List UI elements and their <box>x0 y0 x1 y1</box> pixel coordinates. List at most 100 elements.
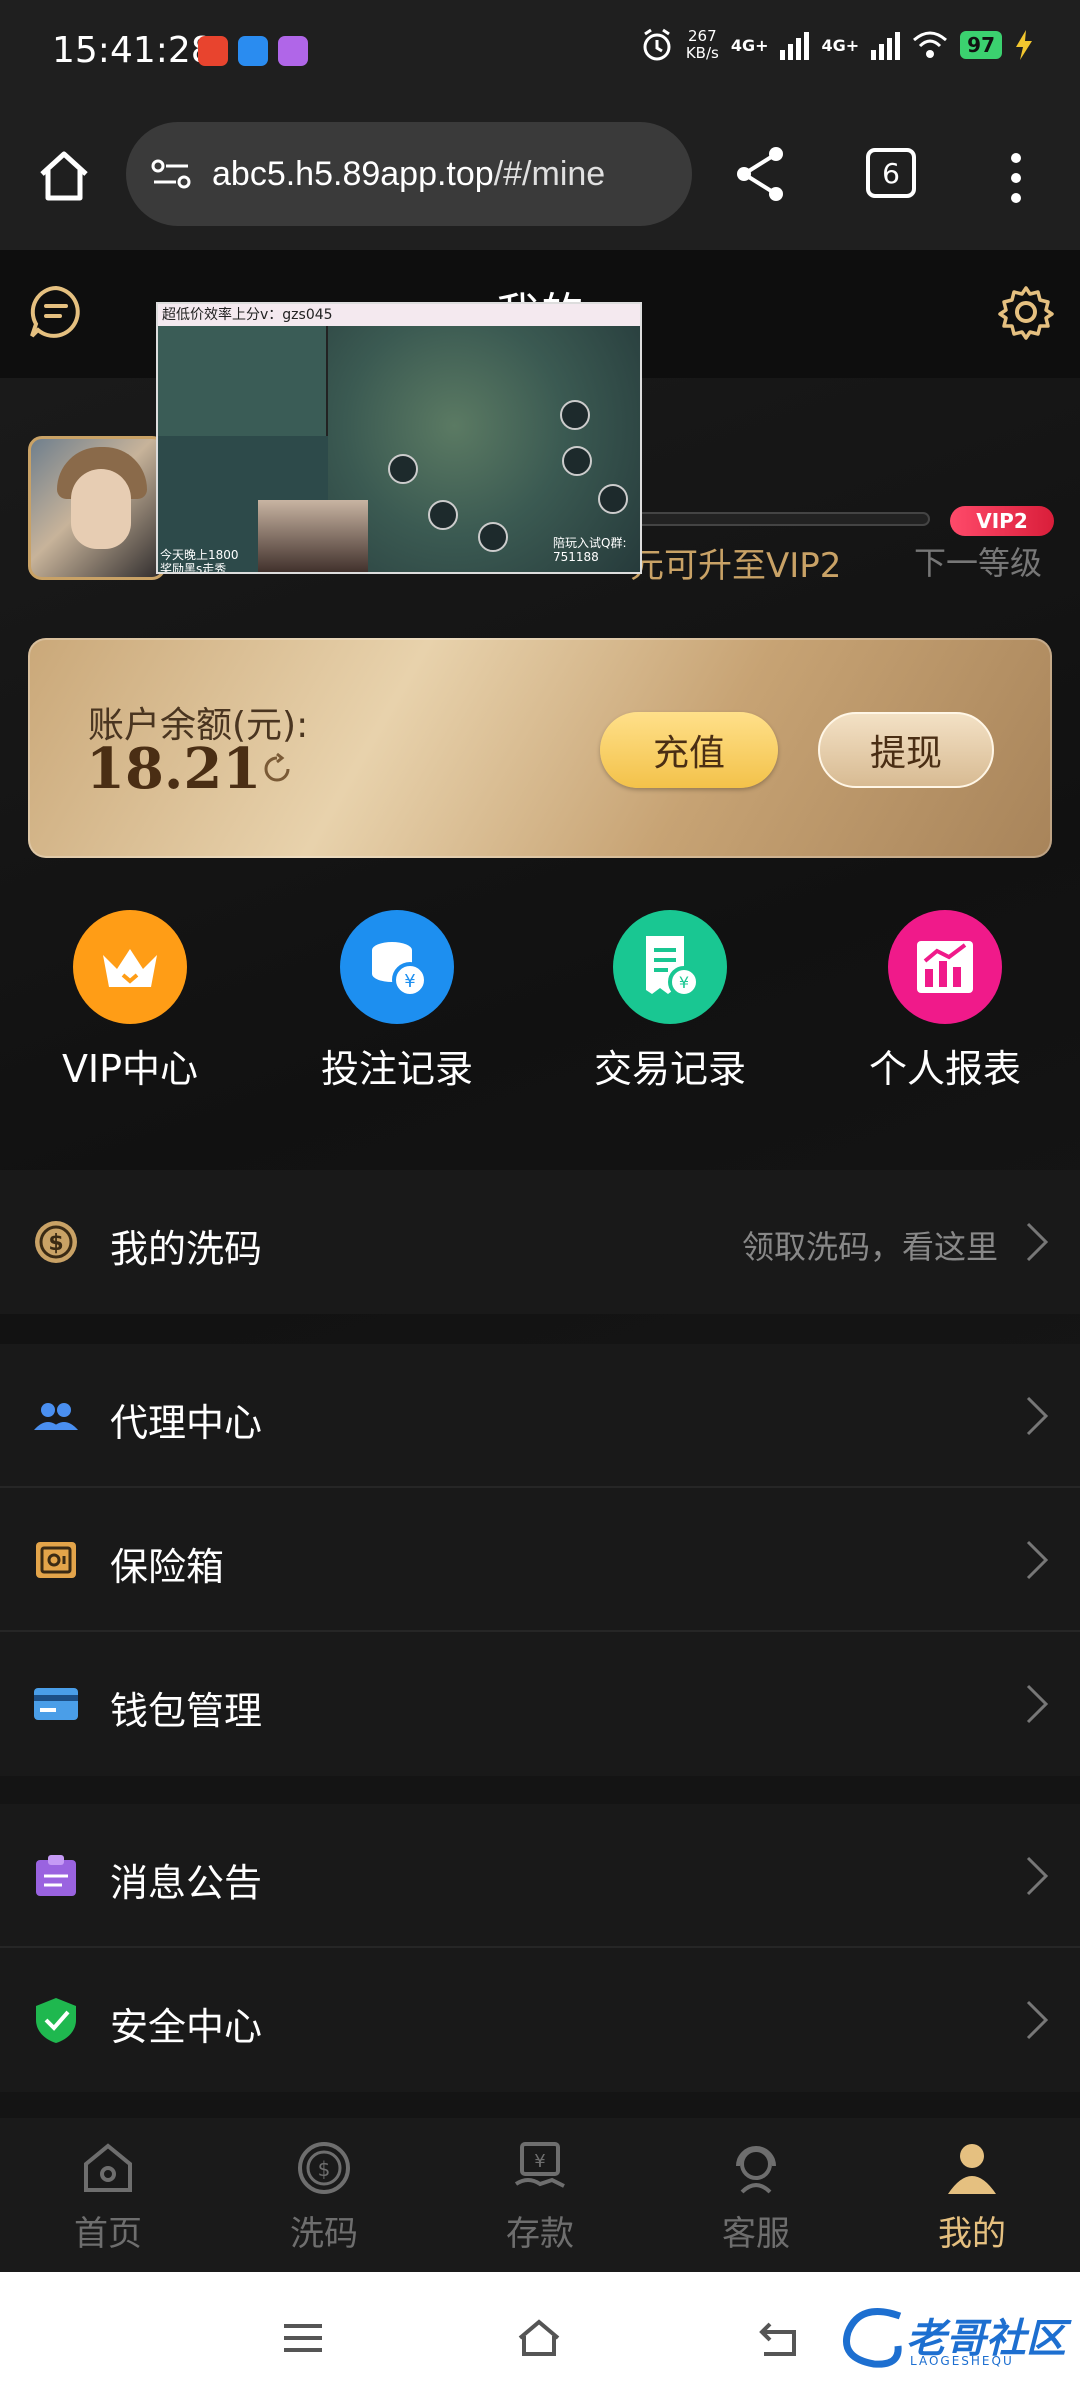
share-icon[interactable] <box>732 144 788 204</box>
menu-item-label: 代理中心 <box>110 1401 263 1445</box>
quick-action-label: 个人报表 <box>868 1047 1021 1091</box>
sim1-label: 4G+ <box>730 35 769 55</box>
recent-apps-icon[interactable] <box>280 2318 326 2358</box>
status-right: 267 KB/s 4G+ 4G+ 97 <box>640 28 1034 62</box>
nav-support[interactable]: 客服 <box>686 2140 826 2255</box>
nav-home[interactable]: 首页 <box>38 2140 178 2255</box>
quick-action-label: 交易记录 <box>593 1047 746 1091</box>
home-icon[interactable] <box>516 2318 562 2358</box>
alarm-icon <box>643 28 671 61</box>
skill-icon <box>428 500 458 530</box>
coin-icon: $ <box>298 2142 350 2194</box>
svg-text:¥: ¥ <box>404 971 415 992</box>
address-bar[interactable]: abc5.h5.89app.top/#/mine <box>126 122 692 226</box>
quick-action-bet-records[interactable]: ¥ 投注记录 <box>297 910 497 1093</box>
svg-text:¥: ¥ <box>679 973 689 992</box>
quick-actions: VIP中心 ¥ 投注记录 ¥ 交易记录 个人报表 <box>0 910 1080 1093</box>
app-notification-icon <box>198 36 228 66</box>
home-icon <box>84 2143 132 2192</box>
skill-icon <box>598 484 628 514</box>
skill-icon <box>562 446 592 476</box>
dollar-coin-icon: $ <box>35 1221 77 1263</box>
page-content: 我的 VIP2 元可升至VIP2 下一等级 超低价效率上分v：gzs045 今天… <box>0 250 1080 2120</box>
menu-item-wallet-management[interactable]: 钱包管理 <box>0 1632 1080 1776</box>
notification-icons <box>198 36 308 66</box>
balance-card: 账户余额(元): 18.21 充值 提现 <box>28 638 1052 858</box>
svg-text:$: $ <box>318 2157 331 2181</box>
menu-section-account: 代理中心 保险箱 钱包管理 <box>0 1344 1080 1776</box>
chevron-right-icon <box>1026 1540 1049 1580</box>
floating-video[interactable]: 超低价效率上分v：gzs045 今天晚上1800 奖励黑s走秀 陪玩入试Q群: 75… <box>156 302 642 574</box>
menu-item-agent-center[interactable]: 代理中心 <box>0 1344 1080 1488</box>
nav-deposit[interactable]: ¥ 存款 <box>470 2140 610 2255</box>
quick-action-personal-report[interactable]: 个人报表 <box>845 910 1045 1093</box>
menu-item-my-rebate[interactable]: $ 我的洗码 领取洗码，看这里 <box>0 1170 1080 1314</box>
upgrade-text: 元可升至VIP2 <box>630 546 842 586</box>
nav-label: 存款 <box>506 2214 574 2254</box>
safe-icon <box>36 1542 76 1578</box>
net-speed: 267 KB/s <box>685 27 719 62</box>
receipt-icon: ¥ <box>613 910 727 1024</box>
nav-label: 洗码 <box>290 2214 358 2254</box>
skill-icon <box>478 522 508 552</box>
bottom-navigation: 首页 $ 洗码 ¥ 存款 客服 我的 <box>0 2118 1080 2272</box>
menu-item-label: 我的洗码 <box>110 1227 263 1271</box>
video-qq-text: 陪玩入试Q群: 751188 <box>553 536 627 564</box>
home-icon[interactable] <box>34 146 94 206</box>
more-menu-icon[interactable] <box>1004 148 1028 208</box>
watermark-logo: 老哥社区 LAOGESHEQU <box>840 2302 1066 2374</box>
menu-item-announcements[interactable]: 消息公告 <box>0 1804 1080 1948</box>
crown-icon <box>73 910 187 1024</box>
quick-action-label: 投注记录 <box>320 1047 473 1091</box>
battery-level: 97 <box>960 31 1002 59</box>
user-icon <box>948 2144 996 2194</box>
chevron-right-icon <box>1026 1856 1049 1896</box>
nav-rebate[interactable]: $ 洗码 <box>254 2140 394 2255</box>
sim2-label: 4G+ <box>821 35 860 55</box>
menu-item-label: 消息公告 <box>110 1861 263 1905</box>
card-icon <box>34 1688 78 1720</box>
withdraw-button[interactable]: 提现 <box>818 712 994 788</box>
tabs-button[interactable]: 6 <box>866 148 916 198</box>
system-navigation-bar: 老哥社区 LAOGESHEQU <box>0 2272 1080 2400</box>
menu-item-label: 保险箱 <box>110 1545 225 1589</box>
menu-item-label: 钱包管理 <box>110 1689 263 1733</box>
gear-icon[interactable] <box>998 284 1054 340</box>
app-notification-icon <box>278 36 308 66</box>
back-icon[interactable] <box>756 2318 802 2358</box>
vip-badge-label: VIP2 <box>976 509 1028 533</box>
svg-text:¥: ¥ <box>534 2151 545 2172</box>
menu-item-safe-box[interactable]: 保险箱 <box>0 1488 1080 1632</box>
app-notification-icon <box>238 36 268 66</box>
status-time: 15:41:28 <box>52 30 214 71</box>
quick-action-vip-center[interactable]: VIP中心 <box>30 910 230 1093</box>
support-icon <box>736 2146 776 2194</box>
browser-toolbar: abc5.h5.89app.top/#/mine 6 <box>0 110 1080 250</box>
coins-icon: ¥ <box>340 910 454 1024</box>
menu-item-hint: 领取洗码，看这里 <box>741 1228 998 1266</box>
site-settings-icon[interactable] <box>148 154 196 194</box>
deposit-icon: ¥ <box>514 2142 565 2188</box>
video-banner-text: 超低价效率上分v：gzs045 <box>158 304 640 326</box>
chevron-right-icon <box>1026 1684 1049 1724</box>
nav-mine[interactable]: 我的 <box>902 2140 1042 2255</box>
svg-text:$: $ <box>48 1231 63 1256</box>
quick-action-label: VIP中心 <box>61 1047 199 1091</box>
signal-icon <box>780 30 810 60</box>
menu-section-rebate: $ 我的洗码 领取洗码，看这里 <box>0 1170 1080 1314</box>
video-caption: 今天晚上1800 奖励黑s走秀 <box>160 548 239 574</box>
vip-badge: VIP2 <box>950 506 1054 536</box>
menu-item-security-center[interactable]: 安全中心 <box>0 1948 1080 2092</box>
recharge-button[interactable]: 充值 <box>600 712 778 788</box>
avatar[interactable] <box>28 436 166 580</box>
shield-icon <box>36 1998 76 2043</box>
refresh-icon[interactable] <box>260 752 294 786</box>
menu-section-info: 消息公告 安全中心 <box>0 1804 1080 2092</box>
quick-action-transaction-records[interactable]: ¥ 交易记录 <box>570 910 770 1093</box>
clipboard-icon <box>36 1855 76 1896</box>
chart-icon <box>888 910 1002 1024</box>
url-text[interactable]: abc5.h5.89app.top/#/mine <box>212 155 605 194</box>
nav-label: 我的 <box>938 2214 1006 2254</box>
nav-label: 客服 <box>722 2214 790 2254</box>
people-icon <box>34 1403 78 1430</box>
